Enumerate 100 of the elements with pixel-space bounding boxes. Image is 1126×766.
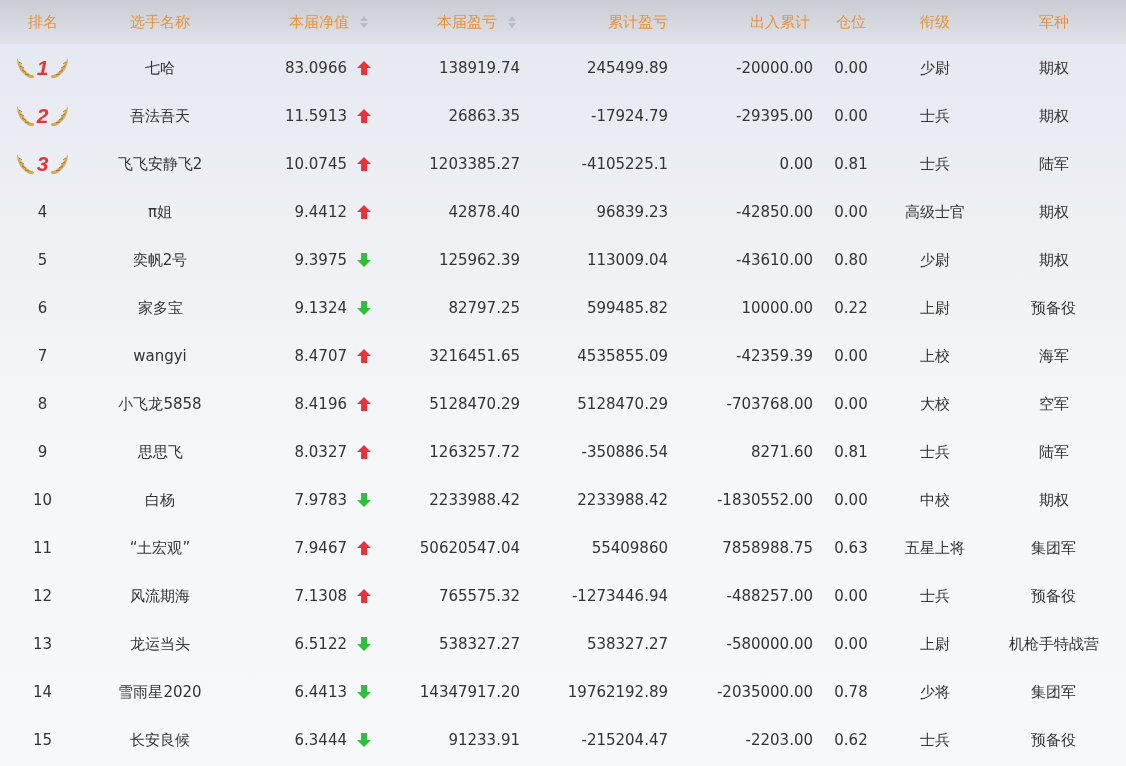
player-name: 风流期海: [129, 586, 191, 606]
net-value: 9.1324: [293, 299, 347, 317]
player-name: 吾法吾天: [129, 106, 191, 126]
player-name: 奕帆2号: [131, 250, 189, 270]
rank-cell-text: 15: [31, 731, 54, 749]
period-profit: 14347917.20: [418, 683, 520, 701]
cash-flow: -43610.00: [735, 251, 813, 269]
player-name: π姐: [147, 202, 173, 222]
column-header: 出入累计: [750, 12, 810, 32]
column-header: 衔级: [920, 12, 950, 32]
military-grade: 士兵: [919, 730, 951, 750]
army-branch: 期权: [1037, 490, 1070, 510]
net-value: 9.4412: [293, 203, 347, 221]
total-profit: 599485.82: [585, 299, 668, 317]
period-profit: 5128470.29: [428, 395, 520, 413]
net-value: 6.3444: [293, 731, 347, 749]
rank-cell-text: 7: [36, 347, 49, 365]
period-profit: 50620547.04: [418, 539, 520, 557]
column-header: 本届净值: [289, 12, 349, 32]
army-branch: 预备役: [1030, 298, 1077, 318]
total-profit: 538327.27: [585, 635, 668, 653]
military-grade: 上尉: [919, 298, 951, 318]
total-profit: 2233988.42: [576, 491, 668, 509]
net-value: 7.1308: [293, 587, 347, 605]
total-profit: 55409860: [590, 539, 668, 557]
period-profit: 2233988.42: [428, 491, 520, 509]
player-name: wangyi: [132, 347, 188, 365]
player-name: 长安良候: [129, 730, 191, 750]
sort-icon[interactable]: [359, 15, 369, 29]
army-branch: 集团军: [1030, 682, 1077, 702]
rank-cell-text: 11: [31, 539, 54, 557]
position-ratio: 0.63: [833, 539, 869, 557]
sort-icon[interactable]: [507, 15, 517, 29]
position-ratio: 0.22: [833, 299, 869, 317]
position-ratio: 0.00: [833, 491, 869, 509]
column-header: 排名: [27, 12, 58, 32]
player-name: 雪雨星2020: [117, 682, 203, 702]
position-ratio: 0.81: [833, 155, 869, 173]
total-profit: 5128470.29: [576, 395, 668, 413]
military-grade: 少将: [919, 682, 951, 702]
wing-icon: [15, 152, 36, 176]
rank-cell-text: 9: [36, 443, 49, 461]
military-grade: 高级士官: [904, 202, 966, 222]
column-header: 本届盈亏: [437, 12, 497, 32]
army-branch: 预备役: [1030, 586, 1077, 606]
total-profit: -215204.47: [580, 731, 668, 749]
army-branch: 空军: [1037, 394, 1070, 414]
period-profit: 26863.35: [447, 107, 520, 125]
cash-flow: -42359.39: [735, 347, 813, 365]
military-grade: 少尉: [919, 58, 951, 78]
military-grade: 士兵: [919, 586, 951, 606]
cash-flow: -29395.00: [735, 107, 813, 125]
cash-flow: 7858988.75: [721, 539, 813, 557]
army-branch: 机枪手特战营: [1007, 634, 1100, 654]
total-profit: 96839.23: [595, 203, 668, 221]
cash-flow: -2203.00: [744, 731, 813, 749]
position-ratio: 0.80: [833, 251, 869, 269]
period-profit: 82797.25: [447, 299, 520, 317]
net-value: 7.9467: [293, 539, 347, 557]
period-profit: 1203385.27: [428, 155, 520, 173]
wing-icon: [49, 56, 70, 80]
cash-flow: -1830552.00: [715, 491, 813, 509]
period-profit: 1263257.72: [428, 443, 520, 461]
player-name: 白杨: [144, 490, 176, 510]
position-ratio: 0.00: [833, 107, 869, 125]
period-profit: 42878.40: [447, 203, 520, 221]
cash-flow: 10000.00: [740, 299, 813, 317]
net-value: 7.9783: [293, 491, 347, 509]
military-grade: 大校: [919, 394, 951, 414]
army-branch: 期权: [1037, 250, 1070, 270]
player-name: 飞飞安静飞2: [116, 154, 204, 174]
rank-cell-text: 12: [31, 587, 54, 605]
net-value: 11.5913: [283, 107, 347, 125]
net-value: 8.0327: [293, 443, 347, 461]
military-grade: 上校: [919, 346, 951, 366]
column-header: 仓位: [836, 12, 866, 32]
army-branch: 预备役: [1030, 730, 1077, 750]
total-profit: -1273446.94: [570, 587, 668, 605]
army-branch: 陆军: [1037, 442, 1070, 462]
position-ratio: 0.78: [833, 683, 869, 701]
military-grade: 少尉: [919, 250, 951, 270]
total-profit: 4535855.09: [576, 347, 668, 365]
army-branch: 期权: [1037, 106, 1070, 126]
position-ratio: 0.81: [833, 443, 869, 461]
military-grade: 士兵: [919, 106, 951, 126]
wing-icon: [15, 104, 36, 128]
rank-medal: 1: [0, 56, 85, 80]
wing-icon: [15, 56, 36, 80]
army-branch: 期权: [1037, 58, 1070, 78]
period-profit: 125962.39: [437, 251, 520, 269]
player-name: 龙运当头: [129, 634, 191, 654]
player-name: 思思飞: [136, 442, 184, 462]
period-profit: 138919.74: [437, 59, 520, 77]
rank-cell-text: 4: [36, 203, 49, 221]
total-profit: -4105225.1: [580, 155, 668, 173]
player-name: 家多宝: [136, 298, 184, 318]
net-value: 6.4413: [293, 683, 347, 701]
player-name: 小飞龙5858: [117, 394, 203, 414]
army-branch: 海军: [1037, 346, 1070, 366]
position-ratio: 0.00: [833, 635, 869, 653]
